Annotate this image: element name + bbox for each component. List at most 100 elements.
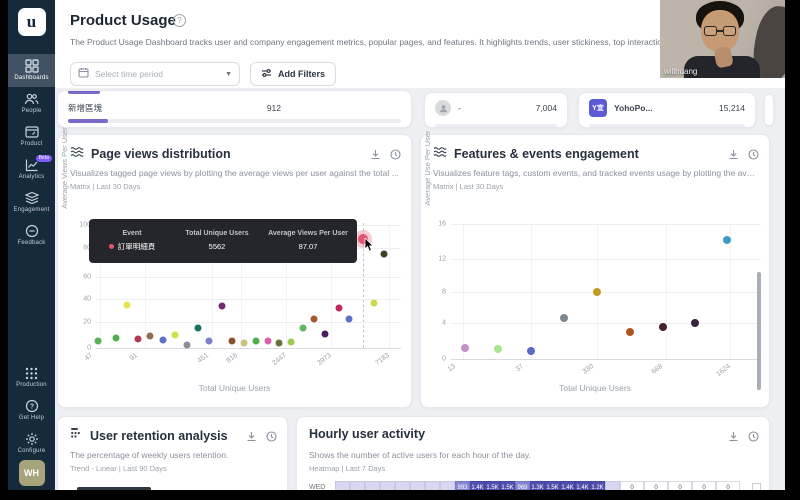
add-filters-button[interactable]: Add Filters	[250, 62, 336, 86]
card-meta: Matrix | Last 30 Days	[70, 182, 140, 191]
card-description: The percentage of weekly users retention…	[70, 450, 275, 460]
heatmap-cell[interactable]	[380, 481, 395, 490]
sidebar-item-product[interactable]: Product	[8, 120, 55, 153]
letterbox-right	[785, 0, 800, 500]
heatmap-cell[interactable]: 0	[692, 481, 716, 490]
time-period-select[interactable]: Select time period ▼	[70, 62, 240, 86]
scatter-point[interactable]	[135, 336, 142, 343]
scatter-point[interactable]	[723, 236, 731, 244]
glasses-lens	[723, 26, 736, 36]
scatter-point[interactable]	[194, 325, 201, 332]
scatter-point[interactable]	[205, 338, 212, 345]
tooltip-header: Total Unique Users	[175, 230, 259, 237]
sidebar-item-people[interactable]: People	[8, 87, 55, 120]
scatter-point[interactable]	[593, 288, 601, 296]
sidebar-item-get-help[interactable]: ? Get Help	[8, 394, 55, 427]
sidebar-item-feedback[interactable]: Feedback	[8, 219, 55, 252]
scatter-point[interactable]	[287, 339, 294, 346]
heatmap-cell[interactable]	[365, 481, 380, 490]
download-icon[interactable]	[370, 147, 381, 165]
scatter-point[interactable]	[322, 331, 329, 338]
sidebar-item-engagement[interactable]: Engagement	[8, 186, 55, 219]
scatter-point[interactable]	[146, 333, 153, 340]
scatter-point[interactable]	[229, 338, 236, 345]
scatter-point[interactable]	[253, 338, 260, 345]
dashboards-icon	[25, 59, 39, 73]
card-title: Page views distribution	[91, 147, 231, 161]
metric-card-new-block[interactable]: 新增區塊 912	[57, 90, 412, 128]
scatter-point[interactable]	[370, 300, 377, 307]
sidebar-item-dashboards[interactable]: Dashboards	[8, 54, 55, 87]
heatmap-cell[interactable]: 0	[644, 481, 668, 490]
heatmap-cell[interactable]: 1.5K	[485, 481, 500, 490]
heatmap-cell[interactable]	[335, 481, 350, 490]
heatmap-cell[interactable]	[350, 481, 365, 490]
scrollbar-thumb[interactable]	[757, 272, 761, 390]
metric-value: 15,214	[719, 103, 745, 113]
scatter-point[interactable]	[691, 319, 699, 327]
entity-avatar-icon	[435, 100, 451, 116]
sidebar-item-configure[interactable]: Configure	[8, 427, 55, 460]
heatmap-cell[interactable]: 1.3K	[530, 481, 545, 490]
sidebar-item-production[interactable]: Production	[8, 362, 55, 394]
history-clock-icon[interactable]	[748, 147, 759, 165]
heatmap-cell[interactable]: 993	[455, 481, 470, 490]
heatmap-cell[interactable]: 969	[515, 481, 530, 490]
download-icon[interactable]	[728, 429, 739, 447]
heatmap-cell[interactable]: 1.4K	[575, 481, 590, 490]
history-clock-icon[interactable]	[390, 147, 401, 165]
scatter-point[interactable]	[626, 328, 634, 336]
heatmap-cell[interactable]: 0	[716, 481, 740, 490]
metric-card-yohopo[interactable]: Y宜 YohoPo... 15,214	[578, 92, 756, 128]
sidebar-item-analytics[interactable]: Beta Analytics	[8, 153, 55, 186]
metric-card-partial	[764, 94, 774, 126]
heatmap-cell[interactable]: 1.4K	[470, 481, 485, 490]
heatmap-cell[interactable]: 1.5K	[500, 481, 515, 490]
scatter-point[interactable]	[461, 344, 469, 352]
app-logo[interactable]: u	[18, 8, 46, 36]
scatter-point[interactable]	[171, 332, 178, 339]
scatter-point[interactable]	[240, 340, 247, 347]
user-avatar[interactable]: WH	[19, 460, 45, 486]
scatter-point[interactable]	[346, 316, 353, 323]
heatmap-cell[interactable]: 0	[668, 481, 692, 490]
download-icon[interactable]	[246, 429, 257, 447]
scatter-point[interactable]	[336, 305, 343, 312]
heatmap-cell[interactable]	[425, 481, 440, 490]
help-circle-icon: ?	[25, 399, 39, 413]
scatter-point[interactable]	[160, 337, 167, 344]
scatter-point[interactable]	[560, 314, 568, 322]
y-tick-label: 40	[83, 296, 91, 303]
scatter-point[interactable]	[265, 338, 272, 345]
title-help-icon[interactable]: ?	[173, 14, 186, 27]
history-clock-icon[interactable]	[748, 429, 759, 447]
scatter-point[interactable]	[113, 335, 120, 342]
heatmap-cell[interactable]: 1.5K	[545, 481, 560, 490]
scatter-point[interactable]	[95, 338, 102, 345]
history-clock-icon[interactable]	[266, 429, 277, 447]
metric-card-2[interactable]: - 7,004	[424, 92, 568, 128]
scatter-point[interactable]	[494, 345, 502, 353]
scatter-point[interactable]	[659, 323, 667, 331]
download-icon[interactable]	[728, 147, 739, 165]
heatmap-cell[interactable]: 1.2K	[590, 481, 605, 490]
x-tick-label: 3973	[316, 352, 333, 367]
scatter-point[interactable]	[300, 325, 307, 332]
scatter-point[interactable]	[311, 316, 318, 323]
scatter-point[interactable]	[527, 347, 535, 355]
heatmap-cell[interactable]: 0	[620, 481, 644, 490]
letterbox-bottom	[0, 490, 800, 500]
scatter-point[interactable]	[218, 303, 225, 310]
svg-text:?: ?	[29, 404, 33, 411]
heatmap-cell[interactable]	[395, 481, 410, 490]
heatmap-cell[interactable]	[605, 481, 620, 490]
heatmap-cell[interactable]	[410, 481, 425, 490]
gridline-y	[451, 323, 761, 324]
retention-matrix-icon	[70, 427, 83, 445]
heatmap-cell[interactable]: 1.4K	[560, 481, 575, 490]
scatter-point[interactable]	[183, 342, 190, 349]
scatter-point[interactable]	[380, 250, 387, 257]
heatmap-cell[interactable]	[440, 481, 455, 490]
scatter-point[interactable]	[124, 302, 131, 309]
scatter-point[interactable]	[276, 340, 283, 347]
